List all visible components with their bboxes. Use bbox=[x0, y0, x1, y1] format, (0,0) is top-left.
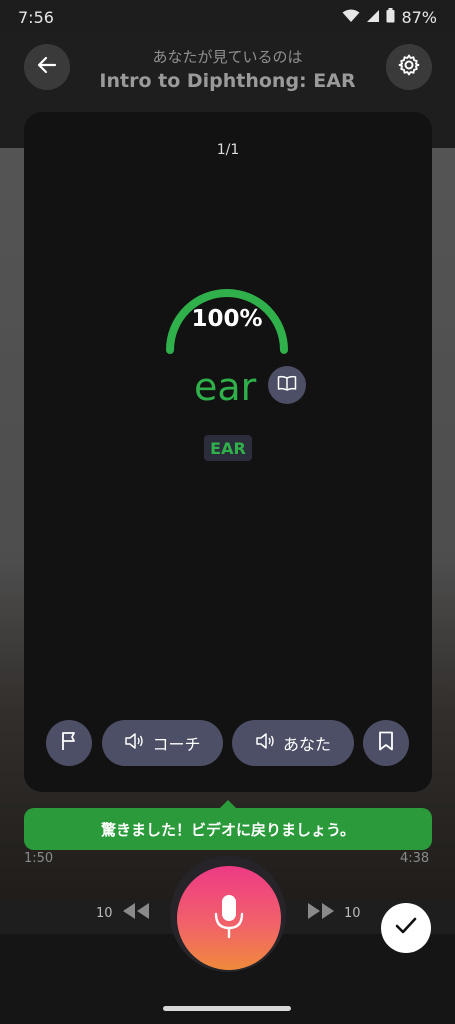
coach-label: コーチ bbox=[152, 735, 201, 754]
status-bar: 7:56 87% bbox=[0, 0, 455, 34]
signal-icon bbox=[366, 8, 380, 27]
status-time: 7:56 bbox=[18, 7, 54, 27]
flag-icon bbox=[59, 731, 79, 755]
bookmark-icon bbox=[378, 731, 394, 755]
card-actions: コーチ あなた bbox=[24, 720, 432, 766]
current-time: 1:50 bbox=[24, 851, 54, 866]
feedback-toast[interactable]: 驚きました！ビデオに戻りましょう。 bbox=[24, 808, 432, 850]
page-indicator: 1/1 bbox=[216, 142, 240, 158]
done-button[interactable] bbox=[381, 903, 431, 953]
status-icons: 87% bbox=[342, 7, 437, 27]
gear-icon bbox=[397, 53, 421, 81]
coach-audio-button[interactable]: コーチ bbox=[102, 720, 223, 766]
system-nav-bar bbox=[0, 984, 455, 1024]
speaker-icon bbox=[255, 732, 275, 754]
rewind-seconds: 10 bbox=[96, 905, 113, 921]
checkmark-icon bbox=[394, 916, 418, 940]
rewind-button[interactable]: 10 bbox=[96, 902, 151, 924]
practice-word: ear bbox=[194, 365, 257, 409]
fast-forward-icon bbox=[306, 901, 338, 925]
header-title: Intro to Diphthong: EAR bbox=[99, 70, 356, 92]
score-label: 100% bbox=[191, 306, 263, 332]
rewind-icon bbox=[119, 901, 151, 925]
battery-icon bbox=[386, 7, 395, 27]
you-label: あなた bbox=[282, 735, 331, 754]
microphone-icon bbox=[211, 893, 247, 943]
wifi-icon bbox=[342, 8, 360, 27]
report-button[interactable] bbox=[46, 720, 92, 766]
microphone-button[interactable] bbox=[177, 866, 281, 970]
book-icon bbox=[277, 375, 297, 395]
battery-percent: 87% bbox=[401, 7, 437, 27]
total-time: 4:38 bbox=[400, 851, 430, 866]
your-audio-button[interactable]: あなた bbox=[232, 720, 354, 766]
forward-seconds: 10 bbox=[344, 905, 361, 921]
settings-button[interactable] bbox=[386, 44, 432, 90]
home-indicator[interactable] bbox=[163, 1006, 291, 1011]
practice-card: 1/1 100% ear EAR コーチ あなた bbox=[24, 112, 432, 792]
dictionary-button[interactable] bbox=[268, 366, 306, 404]
speaker-icon bbox=[124, 732, 144, 754]
phoneme-tag: EAR bbox=[204, 435, 252, 461]
bookmark-button[interactable] bbox=[363, 720, 409, 766]
forward-button[interactable]: 10 bbox=[306, 902, 361, 924]
